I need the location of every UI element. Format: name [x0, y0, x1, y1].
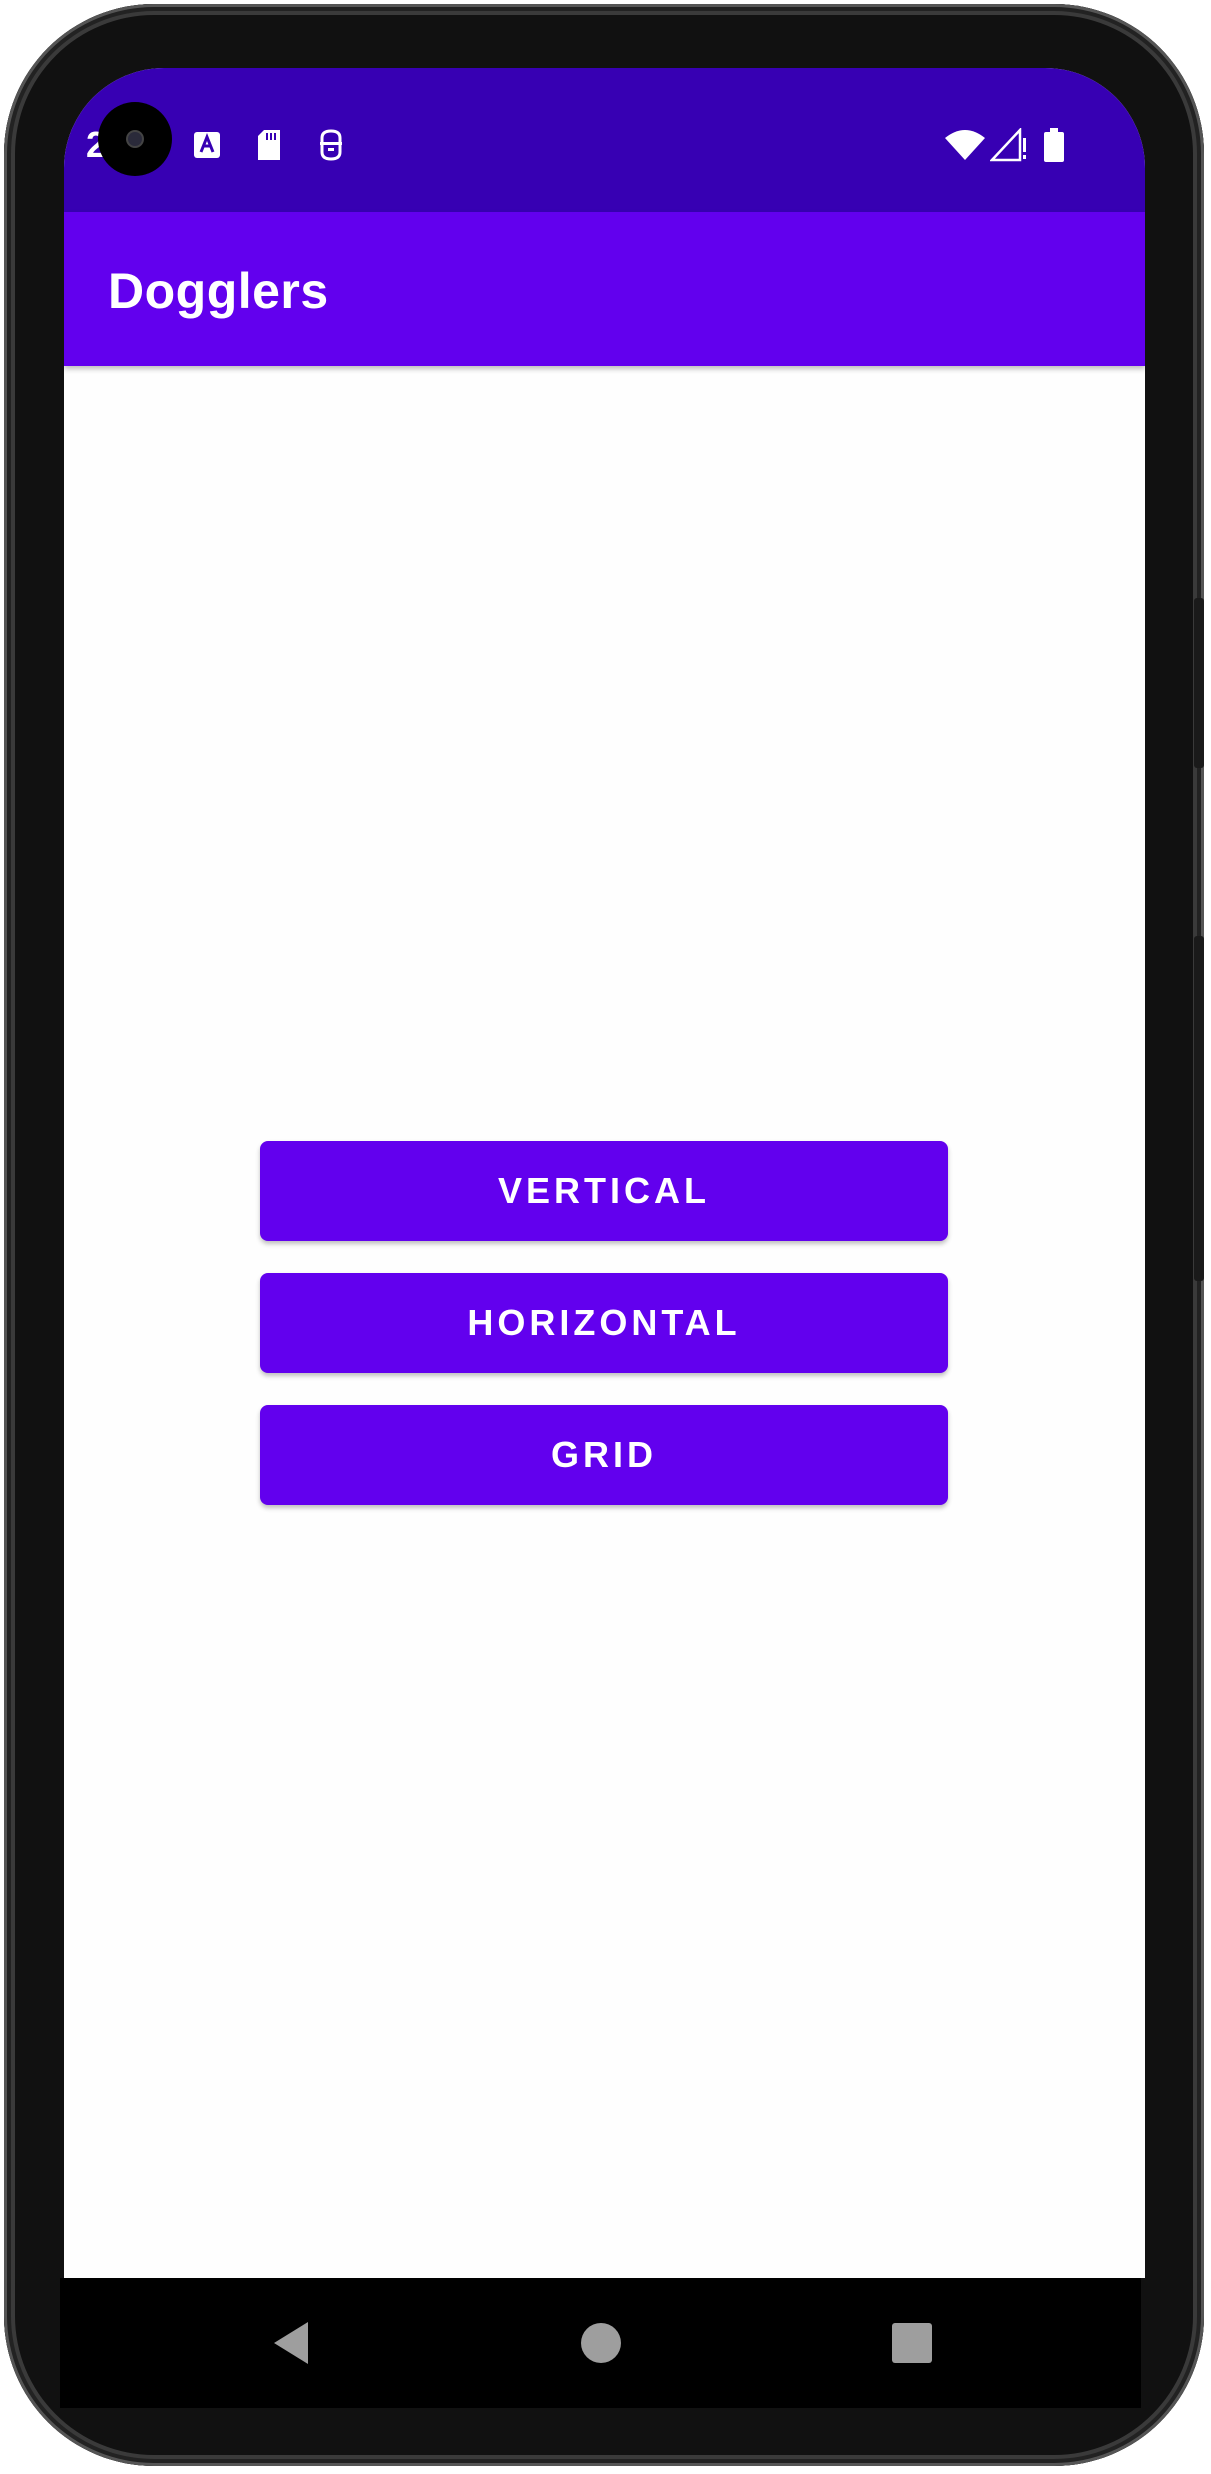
navigation-bar [60, 2278, 1141, 2408]
recents-icon[interactable] [887, 2318, 937, 2368]
home-icon[interactable] [576, 2318, 626, 2368]
app-bar: Dogglers [64, 212, 1145, 366]
screen: 2 Dogglers VERTICAL HORIZONTAL GRID [64, 68, 1145, 2278]
phone-frame: 2 Dogglers VERTICAL HORIZONTAL GRID [4, 4, 1204, 2466]
battery-icon [1044, 128, 1064, 162]
status-bar: 2 [64, 68, 1145, 212]
vertical-button[interactable]: VERTICAL [260, 1141, 948, 1241]
horizontal-button[interactable]: HORIZONTAL [260, 1273, 948, 1373]
app-title: Dogglers [108, 263, 329, 319]
volume-button [1194, 936, 1204, 1281]
power-button [1194, 598, 1204, 768]
sd-card-icon [258, 130, 280, 160]
signal-icon [990, 128, 1026, 162]
a-notification-icon [194, 132, 220, 158]
back-icon[interactable] [266, 2318, 316, 2368]
app-notification-icon [320, 129, 342, 161]
front-camera [98, 102, 172, 176]
wifi-icon [945, 130, 985, 160]
grid-button[interactable]: GRID [260, 1405, 948, 1505]
